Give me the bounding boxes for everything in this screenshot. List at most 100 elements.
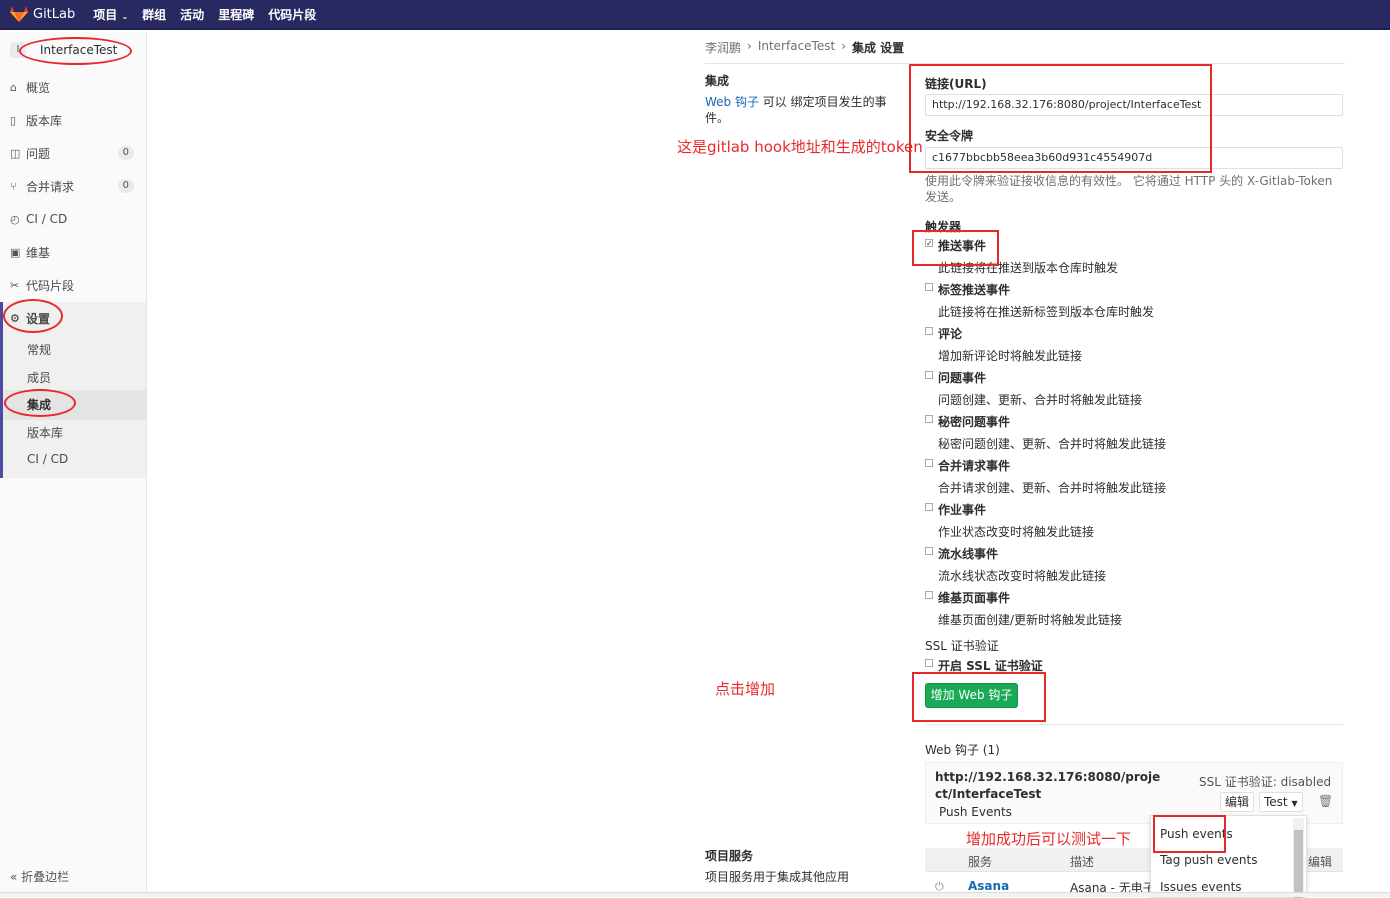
sidebar-item-ci-cd[interactable]: ◴ CI / CD: [0, 205, 146, 233]
chevron-right-icon: ›: [747, 39, 752, 53]
count-badge: 0: [117, 146, 134, 160]
jobs-checkbox[interactable]: [925, 503, 933, 511]
collapse-sidebar-button[interactable]: « 折叠边栏: [10, 868, 69, 885]
sidebar-item-issues[interactable]: ◫ 问题 0: [0, 139, 146, 167]
wiki-checkbox[interactable]: [925, 591, 933, 599]
annotation-box-add: [912, 672, 1046, 722]
top-navbar: GitLab 项目 ⌄ 群组 活动 里程碑 代码片段: [0, 0, 1390, 30]
trigger-name: 标签推送事件: [938, 283, 1011, 297]
annotation-oval-settings: [3, 299, 63, 333]
test-label: Test: [1264, 795, 1288, 809]
pipeline-checkbox[interactable]: [925, 547, 933, 555]
breadcrumb-project[interactable]: InterfaceTest: [758, 39, 835, 56]
trigger-desc: 增加新评论时将触发此链接: [938, 349, 1083, 363]
breadcrumb: 李润鹏 › InterfaceTest › 集成 设置: [705, 39, 904, 56]
sidebar-item-wiki[interactable]: ▣ 维基: [0, 238, 146, 266]
sidebar-item-label: 概览: [26, 80, 51, 95]
webhook-ssl-status: SSL 证书验证: disabled: [1199, 775, 1332, 789]
annotation-oval-integrations: [4, 389, 76, 417]
trigger-desc: 此链接将在推送新标签到版本仓库时触发: [938, 305, 1155, 319]
merge-requests-checkbox[interactable]: [925, 459, 933, 467]
annotation-hook-note: 这是gitlab hook地址和生成的token: [677, 138, 923, 156]
comments-checkbox[interactable]: [925, 327, 933, 335]
token-hint: 使用此令牌来验证接收信息的有效性。 它将通过 HTTP 头的 X-Gitlab-…: [925, 174, 1333, 204]
annotation-click-note: 点击增加: [715, 680, 776, 698]
trigger-desc: 作业状态改变时将触发此链接: [938, 525, 1095, 539]
nav-projects[interactable]: 项目 ⌄: [93, 6, 128, 23]
sidebar-item-label: 版本库: [26, 113, 63, 128]
chevron-right-icon: ›: [841, 39, 846, 53]
trigger-name: 作业事件: [938, 503, 987, 517]
annotation-test-note: 增加成功后可以测试一下: [966, 830, 1132, 848]
section-title: 集成: [705, 74, 730, 88]
ci-icon: ◴: [10, 212, 20, 226]
sidebar-item-overview[interactable]: ⌂ 概览: [0, 73, 146, 101]
confidential-issues-checkbox[interactable]: [925, 415, 933, 423]
sidebar-item-snippets[interactable]: ✂ 代码片段: [0, 271, 146, 299]
issues-icon: ◫: [10, 146, 21, 160]
col-description: 描述: [1070, 855, 1095, 869]
nav-milestones[interactable]: 里程碑: [218, 6, 254, 23]
annotation-box-url-token: [909, 64, 1212, 173]
nav-groups[interactable]: 群组: [142, 6, 166, 23]
edit-webhook-button[interactable]: 编辑: [1220, 792, 1255, 812]
book-icon: ▣: [10, 245, 21, 259]
webhooks-title: Web 钩子 (1): [925, 743, 1000, 757]
nav-snippets[interactable]: 代码片段: [268, 6, 316, 23]
sidebar-sub-repository[interactable]: 版本库: [27, 424, 63, 441]
sidebar: I InterfaceTest ⌂ 概览 ▯ 版本库 ◫ 问题 0 ⑂ 合并请求…: [0, 32, 147, 893]
issues-checkbox[interactable]: [925, 371, 933, 379]
trigger-name: 评论: [938, 327, 963, 341]
services-description: 项目服务用于集成其他应用: [705, 870, 850, 884]
gitlab-logo[interactable]: GitLab: [10, 6, 75, 22]
col-edit: 编辑: [1308, 855, 1333, 869]
services-title: 项目服务: [705, 849, 754, 863]
sidebar-item-label: 问题: [26, 146, 51, 161]
nav-activity[interactable]: 活动: [180, 6, 204, 23]
home-icon: ⌂: [10, 80, 17, 94]
trigger-name: 流水线事件: [938, 547, 999, 561]
service-asana-link[interactable]: Asana: [968, 879, 1009, 893]
trash-icon[interactable]: 🗑: [1318, 794, 1333, 808]
trigger-desc: 流水线状态改变时将触发此链接: [938, 569, 1107, 583]
merge-icon: ⑂: [10, 179, 17, 193]
sidebar-item-label: 代码片段: [26, 278, 75, 293]
ssl-checkbox[interactable]: [925, 659, 933, 667]
doc-icon: ▯: [10, 113, 17, 127]
webhook-events: Push Events: [939, 805, 1012, 819]
dropdown-scroll-thumb[interactable]: [1294, 830, 1303, 898]
scissors-icon: ✂: [10, 278, 20, 292]
logo-text: GitLab: [33, 6, 76, 22]
breadcrumb-user[interactable]: 李润鹏: [705, 39, 741, 56]
sidebar-item-label: 合并请求: [26, 179, 75, 194]
sidebar-sub-ci-cd[interactable]: CI / CD: [27, 452, 68, 466]
annotation-box-push: [912, 230, 999, 266]
sidebar-sub-members[interactable]: 成员: [27, 369, 51, 386]
trigger-name: 秘密问题事件: [938, 415, 1011, 429]
trigger-name: 维基页面事件: [938, 591, 1011, 605]
caret-down-icon: ▼: [1291, 799, 1298, 808]
trigger-desc: 合并请求创建、更新、合并时将触发此链接: [938, 481, 1167, 495]
trigger-desc: 问题创建、更新、合并时将触发此链接: [938, 393, 1143, 407]
dropdown-tag-push-events[interactable]: Tag push events: [1160, 853, 1257, 867]
double-chevron-left-icon: «: [10, 870, 18, 884]
sidebar-item-repository[interactable]: ▯ 版本库: [0, 106, 146, 134]
count-badge: 0: [117, 179, 134, 193]
sidebar-item-label: CI / CD: [26, 212, 68, 226]
webhook-doc-link[interactable]: Web 钩子: [705, 95, 759, 109]
sidebar-sub-general[interactable]: 常规: [27, 341, 51, 358]
sidebar-item-merge-requests[interactable]: ⑂ 合并请求 0: [0, 172, 146, 200]
webhook-url: http://192.168.32.176:8080/project/Inter…: [935, 770, 1161, 801]
trigger-desc: 秘密问题创建、更新、合并时将触发此链接: [938, 437, 1167, 451]
sidebar-item-label: 维基: [26, 245, 51, 260]
trigger-name: 问题事件: [938, 371, 987, 385]
chevron-down-icon: ⌄: [121, 11, 129, 21]
tag-push-checkbox[interactable]: [925, 283, 933, 291]
trigger-desc: 维基页面创建/更新时将触发此链接: [938, 613, 1123, 627]
bottom-strip: [0, 892, 1390, 897]
test-webhook-button[interactable]: Test ▼: [1259, 792, 1303, 812]
ssl-label: SSL 证书验证: [925, 639, 999, 653]
divider: [925, 724, 1343, 725]
col-service: 服务: [968, 855, 993, 869]
section-description: Web 钩子 可以 绑定项目发生的事件。: [705, 94, 890, 126]
